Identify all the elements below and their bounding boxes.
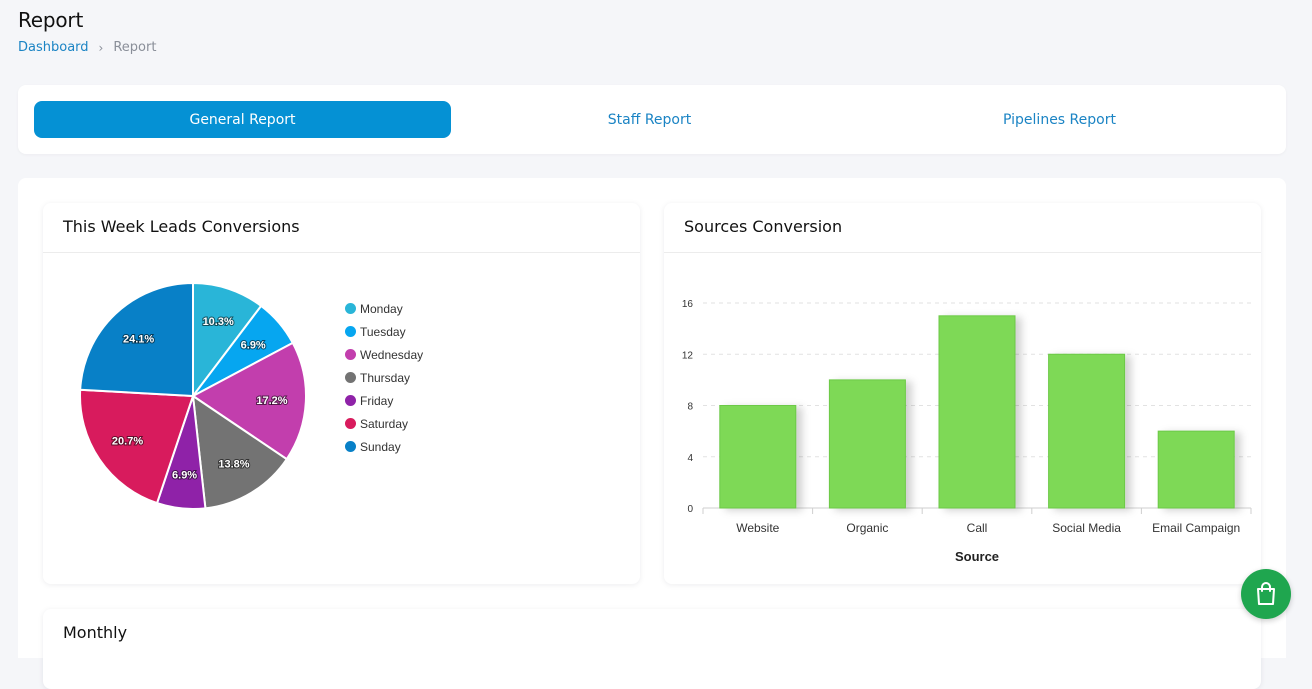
breadcrumb-current: Report: [113, 40, 157, 55]
y-tick-label: 4: [687, 453, 693, 464]
breadcrumb-dashboard-link[interactable]: Dashboard: [18, 40, 89, 55]
y-tick-label: 0: [687, 504, 693, 515]
shopping-bag-icon: [1257, 582, 1275, 605]
pie-label-wednesday: 17.2%: [256, 395, 287, 407]
bar-social-media[interactable]: [1048, 353, 1126, 509]
tab-staff-report[interactable]: Staff Report: [441, 101, 858, 138]
x-axis-title: Source: [955, 549, 999, 564]
legend-item-saturday[interactable]: Saturday: [345, 412, 423, 435]
y-tick-label: 16: [682, 299, 694, 310]
pie-label-saturday: 20.7%: [112, 435, 143, 447]
bar-organic[interactable]: [828, 379, 906, 509]
shopping-bag-button[interactable]: [1241, 569, 1291, 619]
legend-label: Tuesday: [360, 324, 406, 339]
bar-call[interactable]: [938, 315, 1016, 509]
pie-label-tuesday: 6.9%: [241, 340, 266, 352]
legend-item-tuesday[interactable]: Tuesday: [345, 320, 423, 343]
sources-bar-chart: 0 4 8 12 16 Website Organic Call Social Media Ema…: [682, 299, 1252, 564]
x-tick-label: Call: [967, 521, 988, 535]
report-tabs: General Report Staff Report Pipelines Re…: [18, 85, 1286, 154]
legend-dot: [345, 395, 356, 406]
legend-item-monday[interactable]: Monday: [345, 297, 423, 320]
legend-dot: [345, 326, 356, 337]
x-tick-label: Organic: [846, 521, 888, 535]
leads-pie-chart: 10.3% 6.9% 17.2% 13.8% 6.9% 20.7% 24.1%: [79, 281, 307, 510]
bar-website[interactable]: [719, 405, 797, 509]
page-header: Report Dashboard › Report: [18, 8, 156, 55]
pie-label-sunday: 24.1%: [123, 334, 154, 346]
legend-label: Sunday: [360, 439, 401, 454]
x-tick-label: Social Media: [1052, 521, 1121, 535]
monthly-panel: Monthly: [43, 609, 1261, 689]
pie-label-monday: 10.3%: [203, 316, 234, 328]
sources-conversion-title: Sources Conversion: [664, 203, 1261, 253]
legend-label: Wednesday: [360, 347, 424, 362]
legend-label: Friday: [360, 393, 394, 408]
breadcrumb: Dashboard › Report: [18, 40, 156, 55]
tab-general-report[interactable]: General Report: [34, 101, 451, 138]
legend-item-sunday[interactable]: Sunday: [345, 435, 423, 458]
pie-label-friday: 6.9%: [172, 470, 197, 482]
legend-label: Thursday: [360, 370, 411, 385]
bar-email-campaign[interactable]: [1157, 430, 1235, 509]
legend-dot: [345, 372, 356, 383]
x-tick-label: Website: [736, 521, 779, 535]
legend-dot: [345, 303, 356, 314]
leads-conversion-title: This Week Leads Conversions: [43, 203, 640, 253]
y-tick-label: 8: [687, 402, 693, 413]
page-title: Report: [18, 8, 84, 32]
legend-label: Monday: [360, 301, 403, 316]
x-tick-label: Email Campaign: [1152, 521, 1240, 535]
legend-label: Saturday: [360, 416, 409, 431]
tab-pipelines-report[interactable]: Pipelines Report: [851, 101, 1268, 138]
pie-label-thursday: 13.8%: [218, 459, 249, 471]
pie-legend: Monday Tuesday Wednesday Thursday Friday Satu…: [345, 297, 423, 458]
chevron-right-icon: ›: [98, 40, 104, 55]
legend-dot: [345, 441, 356, 452]
y-tick-label: 12: [682, 350, 694, 361]
legend-item-friday[interactable]: Friday: [345, 389, 423, 412]
monthly-title: Monthly: [63, 623, 128, 642]
legend-item-wednesday[interactable]: Wednesday: [345, 343, 423, 366]
report-content: This Week Leads Conversions 10.3% 6.9% 17.…: [18, 178, 1286, 689]
sources-conversion-panel: Sources Conversion 0 4 8 12 16 Website Organic…: [664, 203, 1261, 584]
leads-conversion-panel: This Week Leads Conversions 10.3% 6.9% 17.…: [43, 203, 640, 584]
legend-dot: [345, 349, 356, 360]
legend-item-thursday[interactable]: Thursday: [345, 366, 423, 389]
legend-dot: [345, 418, 356, 429]
